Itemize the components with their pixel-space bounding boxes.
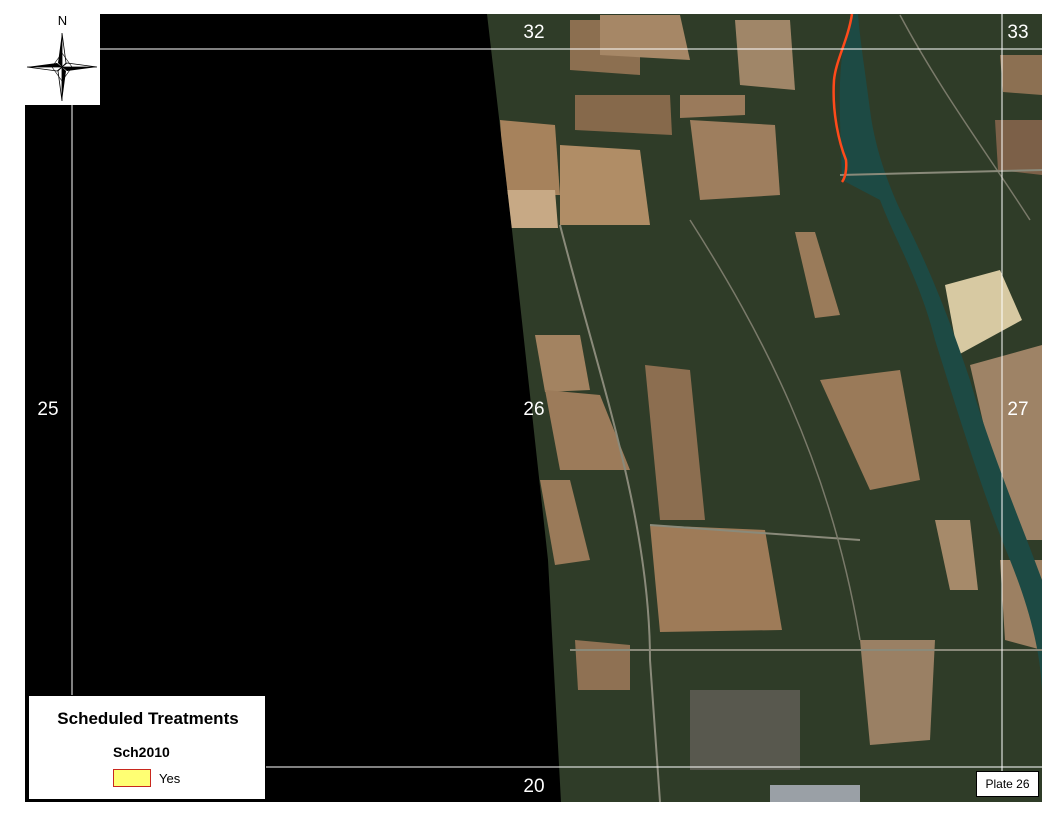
field-parcel [690,690,800,770]
field-parcel [575,640,630,690]
section-number-20: 20 [523,776,544,797]
field-parcel [1000,55,1042,95]
field-parcel [735,20,795,90]
legend-item-label: Yes [159,771,181,786]
legend: Scheduled Treatments Sch2010 Yes [28,695,266,800]
field-parcel [600,15,690,60]
field-parcel [860,640,935,745]
legend-field-name: Sch2010 [113,744,170,760]
field-parcel [560,145,650,225]
field-parcel [690,120,780,200]
plate-label: Plate 26 [976,771,1039,797]
field-parcel [770,785,860,802]
section-number-25: 25 [37,399,58,420]
north-arrow: N [25,13,100,105]
section-number-26: 26 [523,399,544,420]
legend-swatch-yes [113,769,151,787]
section-number-27: 27 [1007,399,1028,420]
field-parcel [505,190,558,228]
aerial-imagery [487,14,1042,802]
section-number-32: 32 [523,22,544,43]
map-frame[interactable]: 32 33 25 26 27 20 [0,0,1056,816]
section-number-33: 33 [1007,22,1028,43]
compass-rose-icon [26,32,98,102]
field-parcel [680,95,745,118]
field-parcel [500,120,560,195]
legend-title: Scheduled Treatments [57,709,239,728]
field-parcel [650,525,782,632]
field-parcel [575,95,672,135]
